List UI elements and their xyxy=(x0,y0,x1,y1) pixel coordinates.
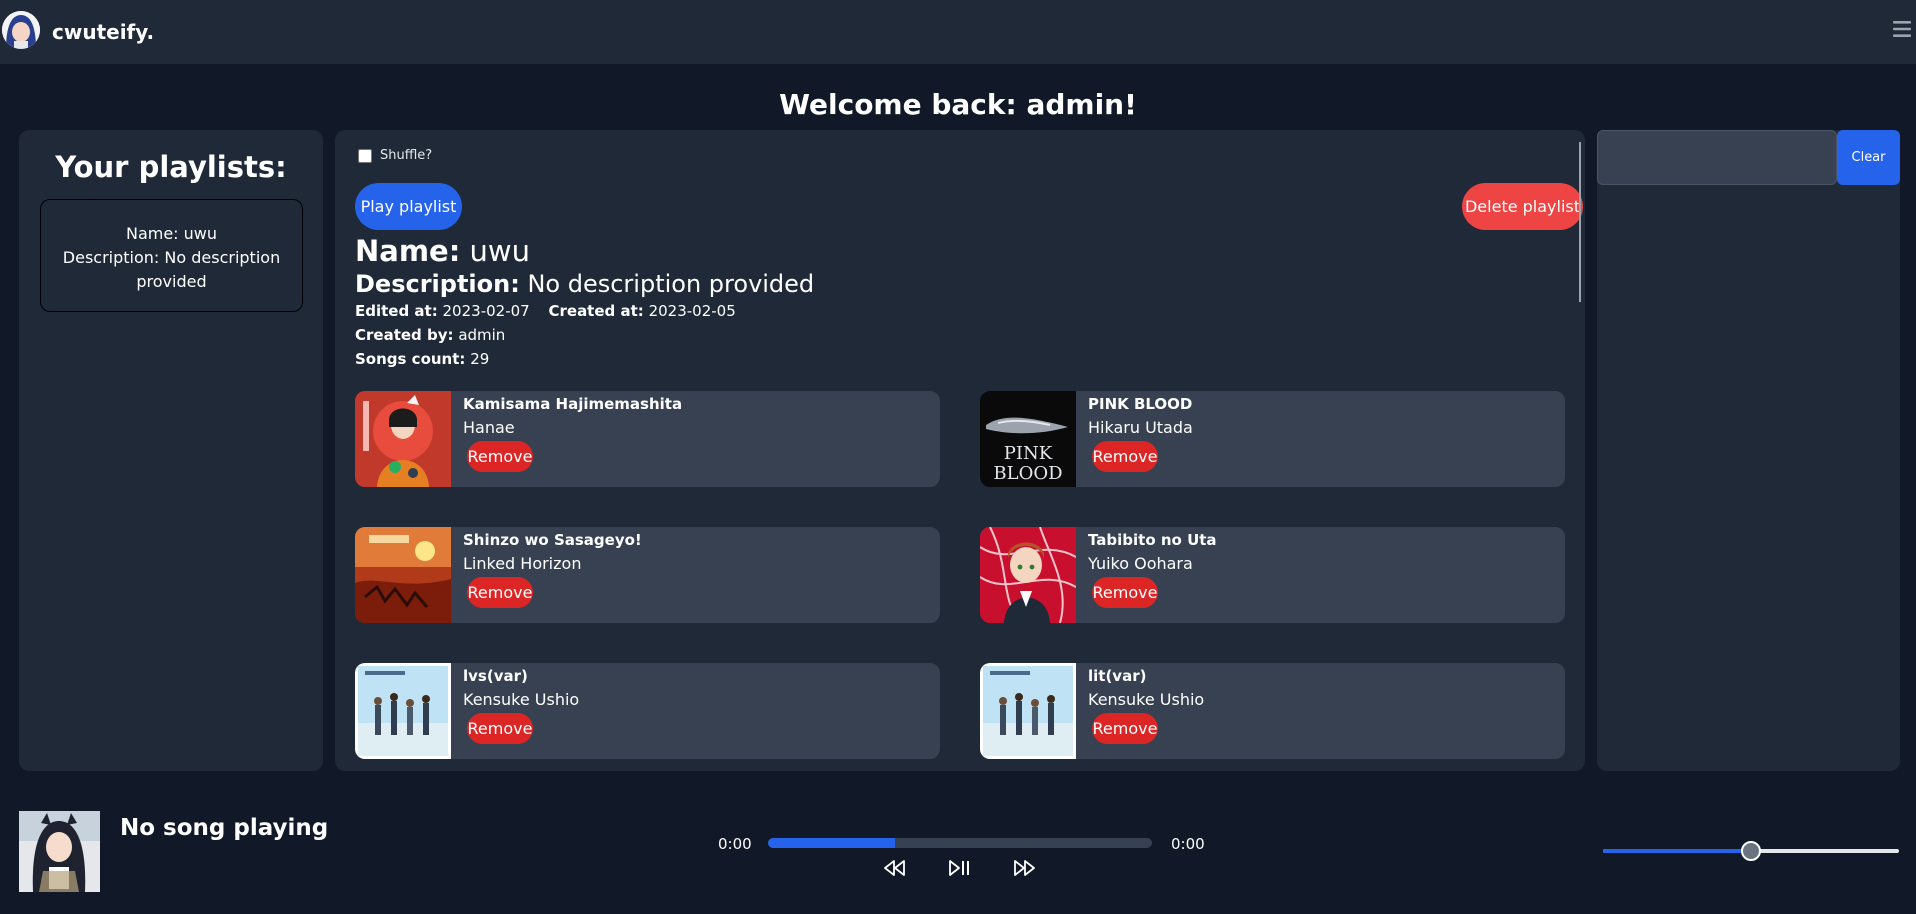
progress-bar[interactable] xyxy=(768,838,1152,848)
app-avatar xyxy=(2,11,40,49)
playlist-created-by: Created by: admin xyxy=(355,326,505,344)
remove-song-button[interactable]: Remove xyxy=(1092,441,1158,472)
created-at-label: Created at: xyxy=(548,302,644,320)
progress-fill xyxy=(768,838,895,848)
song-artist: Hikaru Utada xyxy=(1088,418,1193,437)
album-cover xyxy=(355,391,451,487)
fast-forward-icon[interactable] xyxy=(1011,857,1037,879)
delete-playlist-button[interactable]: Delete playlist xyxy=(1462,183,1583,230)
playlist-songs-count: Songs count: 29 xyxy=(355,350,489,368)
playlist-name: Name: uwu xyxy=(355,234,530,268)
play-pause-icon[interactable] xyxy=(947,857,973,879)
search-panel: Clear xyxy=(1597,130,1900,771)
current-time: 0:00 xyxy=(718,835,752,853)
songs-count-label: Songs count: xyxy=(355,350,466,368)
song-artist: Linked Horizon xyxy=(463,554,582,573)
shuffle-label: Shuffle? xyxy=(380,148,433,163)
song-card[interactable]: lvs(var) Kensuke Ushio Remove xyxy=(355,663,940,759)
playlist-description-label: Description: xyxy=(355,270,520,298)
remove-song-button[interactable]: Remove xyxy=(1092,577,1158,608)
play-playlist-button[interactable]: Play playlist xyxy=(355,183,462,230)
song-title: Tabibito no Uta xyxy=(1088,531,1217,549)
playlist-card-name: Name: uwu xyxy=(125,224,218,243)
song-artist: Kensuke Ushio xyxy=(463,690,580,709)
shuffle-checkbox[interactable] xyxy=(358,148,372,163)
song-card[interactable]: Tabibito no Uta Yuiko Oohara Remove xyxy=(980,527,1565,623)
created-by-label: Created by: xyxy=(355,326,454,344)
cover-text-line-2: BLOOD xyxy=(993,463,1062,484)
now-playing-cover xyxy=(19,811,100,892)
playlist-dates: Edited at: 2023-02-07 Created at: 2023-0… xyxy=(355,302,736,320)
welcome-heading: Welcome back: admin! xyxy=(779,88,1137,121)
song-title: lvs(var) xyxy=(463,667,528,685)
playlists-panel: Your playlists: Name: uwu Description: N… xyxy=(19,130,323,771)
playlist-description-value: No description provided xyxy=(527,270,815,298)
song-title: Shinzo wo Sasageyo! xyxy=(463,531,642,549)
search-input[interactable] xyxy=(1597,130,1837,185)
playlist-card[interactable]: Name: uwu Description: No description pr… xyxy=(40,199,303,312)
rewind-icon[interactable] xyxy=(882,857,908,879)
created-at-value: 2023-02-05 xyxy=(648,302,736,320)
scrollbar[interactable] xyxy=(1579,142,1581,302)
clear-button[interactable]: Clear xyxy=(1837,130,1900,185)
song-title: Kamisama Hajimemashita xyxy=(463,395,683,413)
album-cover xyxy=(980,527,1076,623)
song-card[interactable]: Kamisama Hajimemashita Hanae Remove xyxy=(355,391,940,487)
playlists-heading: Your playlists: xyxy=(55,150,287,184)
playlist-name-label: Name: xyxy=(355,234,461,268)
playlist-description: Description: No description provided xyxy=(355,270,814,298)
remove-song-button[interactable]: Remove xyxy=(467,577,533,608)
song-artist: Yuiko Oohara xyxy=(1088,554,1193,573)
edited-at-label: Edited at: xyxy=(355,302,438,320)
edited-at-value: 2023-02-07 xyxy=(442,302,530,320)
song-card[interactable]: PINK BLOOD PINK BLOOD Hikaru Utada Remov… xyxy=(980,391,1565,487)
volume-fill xyxy=(1603,849,1751,853)
song-title: lit(var) xyxy=(1088,667,1147,685)
album-cover xyxy=(980,663,1076,759)
song-card[interactable]: lit(var) Kensuke Ushio Remove xyxy=(980,663,1565,759)
cover-text-line-1: PINK xyxy=(1004,443,1053,464)
shuffle-toggle[interactable]: Shuffle? xyxy=(358,148,432,163)
playlist-card-description: Description: No description provided xyxy=(62,248,281,291)
playlist-detail-panel: Shuffle? Play playlist Delete playlist N… xyxy=(335,130,1585,771)
album-cover: PINK BLOOD xyxy=(980,391,1076,487)
album-cover xyxy=(355,527,451,623)
duration-time: 0:00 xyxy=(1171,835,1205,853)
remove-song-button[interactable]: Remove xyxy=(467,713,533,744)
song-artist: Hanae xyxy=(463,418,515,437)
songs-count-value: 29 xyxy=(470,350,490,368)
remove-song-button[interactable]: Remove xyxy=(1092,713,1158,744)
app-title[interactable]: cwuteify. xyxy=(52,20,154,44)
album-cover xyxy=(355,663,451,759)
created-by-value: admin xyxy=(458,326,506,344)
hamburger-menu-icon[interactable] xyxy=(1892,18,1912,40)
playlist-name-value: uwu xyxy=(469,234,531,268)
song-artist: Kensuke Ushio xyxy=(1088,690,1205,709)
song-title: PINK BLOOD xyxy=(1088,395,1193,413)
navbar: cwuteify. xyxy=(0,0,1916,64)
volume-slider-thumb[interactable] xyxy=(1741,841,1761,861)
now-playing-status: No song playing xyxy=(120,815,329,841)
remove-song-button[interactable]: Remove xyxy=(467,441,533,472)
song-card[interactable]: Shinzo wo Sasageyo! Linked Horizon Remov… xyxy=(355,527,940,623)
